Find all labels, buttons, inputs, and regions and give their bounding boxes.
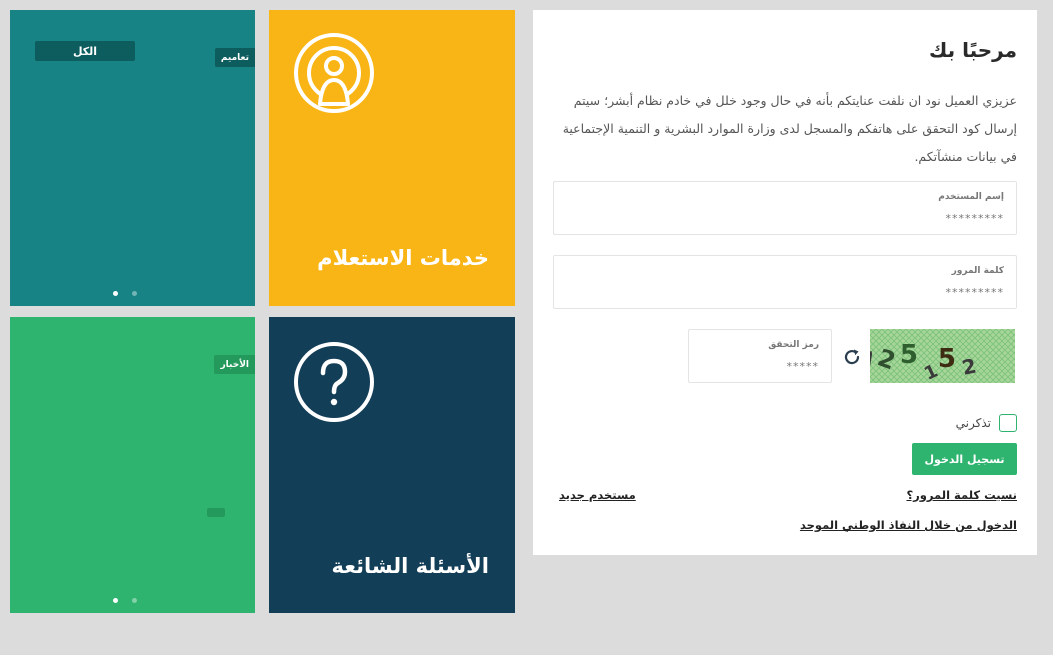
inquiry-services-title: خدمات الاستعلام	[317, 246, 489, 270]
password-label: كلمة المرور	[951, 266, 1004, 276]
remember-me-row[interactable]: تذكرني	[956, 414, 1017, 432]
captcha-label: رمز التحقق	[768, 340, 819, 350]
carousel-dots[interactable]	[113, 291, 137, 296]
refresh-icon[interactable]	[842, 347, 862, 367]
all-filter-pill[interactable]: الكل	[35, 41, 135, 61]
nafath-login-link[interactable]: الدخول من خلال النفاذ الوطني الموحد	[800, 518, 1017, 532]
carousel-dot[interactable]	[132, 291, 137, 296]
login-panel: مرحبًا بك عزيزي العميل نود ان نلفت عنايت…	[533, 10, 1037, 555]
carousel-dot[interactable]	[132, 598, 137, 603]
welcome-title: مرحبًا بك	[928, 38, 1017, 62]
new-user-link[interactable]: مستخدم جديد	[559, 488, 636, 502]
captcha-image: 7 2 5 1 5 2	[870, 329, 1015, 383]
faq-tile[interactable]: الأسئلة الشائعة	[269, 317, 515, 613]
login-button[interactable]: تسجيل الدخول	[912, 443, 1017, 475]
carousel-dot-active[interactable]	[113, 291, 118, 296]
faq-title: الأسئلة الشائعة	[331, 554, 490, 578]
question-circle-icon	[294, 342, 374, 422]
username-placeholder[interactable]: *********	[946, 212, 1005, 225]
captcha-char: 5	[938, 344, 956, 374]
captcha-placeholder[interactable]: *****	[787, 360, 820, 373]
remember-me-checkbox[interactable]	[999, 414, 1017, 432]
carousel-dot-active[interactable]	[113, 598, 118, 603]
news-tile[interactable]: الأخبار	[10, 317, 255, 613]
podcast-icon	[294, 33, 374, 113]
circulars-tag: تعاميم	[214, 48, 255, 67]
circulars-tile[interactable]: الكل تعاميم	[10, 10, 255, 306]
inquiry-services-tile[interactable]: خدمات الاستعلام	[269, 10, 515, 306]
username-field[interactable]: إسم المستخدم *********	[553, 181, 1017, 235]
username-label: إسم المستخدم	[938, 192, 1004, 202]
news-chip	[207, 508, 225, 517]
carousel-dots[interactable]	[113, 598, 137, 603]
forgot-password-link[interactable]: نسيت كلمة المرور؟	[906, 488, 1017, 502]
remember-me-label[interactable]: تذكرني	[956, 416, 991, 430]
password-field[interactable]: كلمة المرور *********	[553, 255, 1017, 309]
news-tag: الأخبار	[214, 355, 255, 374]
password-placeholder[interactable]: *********	[946, 286, 1005, 299]
notice-text: عزيزي العميل نود ان نلفت عنايتكم بأنه في…	[562, 93, 1017, 164]
captcha-input[interactable]: رمز التحقق *****	[688, 329, 832, 383]
captcha-char: 5	[900, 340, 918, 370]
